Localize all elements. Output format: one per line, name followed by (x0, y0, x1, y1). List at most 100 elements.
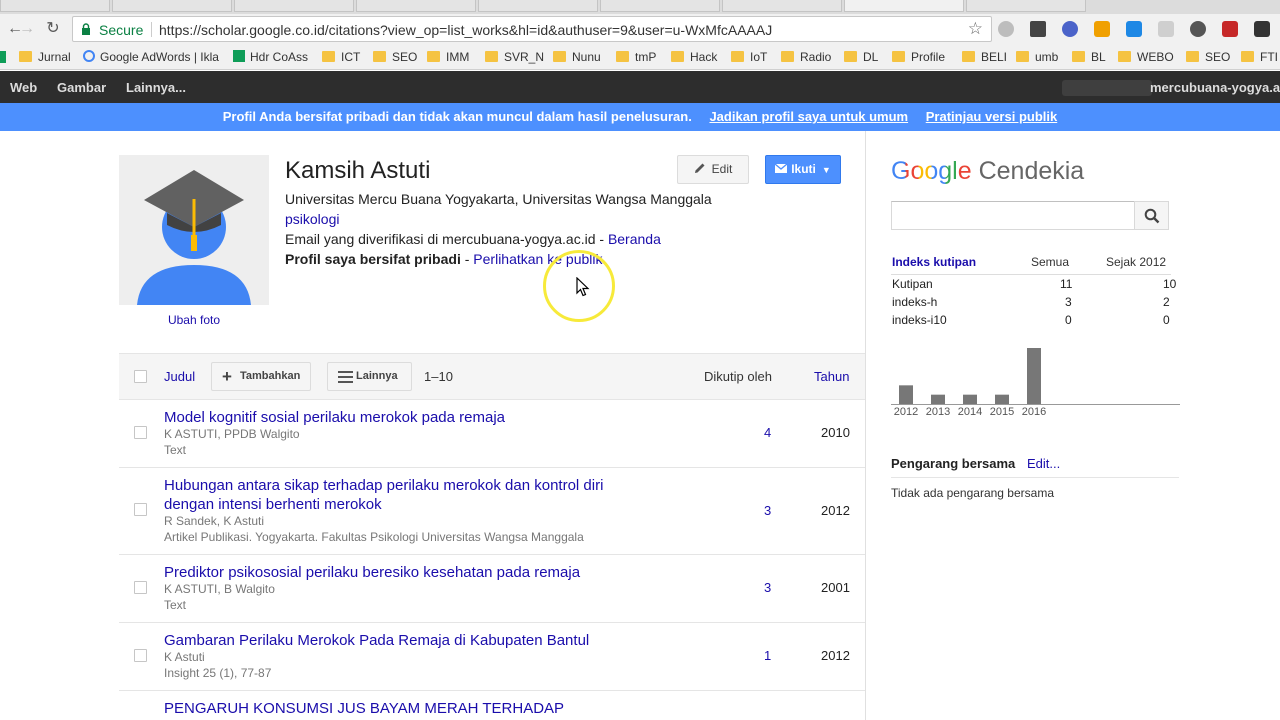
bookmark-label: Nunu (572, 50, 601, 64)
bookmark-label: IoT (750, 50, 768, 64)
sort-year-link[interactable]: Tahun (814, 369, 849, 384)
nav-web-link[interactable]: Web (10, 80, 37, 95)
bookmark-item[interactable]: WEBO (1118, 50, 1174, 64)
chart-bar-2014[interactable] (963, 394, 977, 404)
bookmark-item[interactable]: Hdr CoAss (233, 50, 308, 64)
article-title-link[interactable]: PENGARUH KONSUMSI JUS BAYAM MERAH TERHAD… (164, 699, 764, 718)
sort-title-link[interactable]: Judul (164, 369, 195, 384)
follow-button[interactable]: Ikuti ▼ (765, 155, 841, 184)
article-title-link[interactable]: Gambaran Perilaku Merokok Pada Remaja di… (164, 631, 644, 650)
cited-by-count-link[interactable]: 4 (764, 425, 771, 440)
extension-star-icon[interactable] (1094, 21, 1110, 37)
article-year: 2012 (821, 503, 850, 518)
folder-icon (485, 51, 498, 62)
browser-tab[interactable] (0, 0, 110, 12)
row-checkbox[interactable] (134, 426, 147, 439)
article-title-link[interactable]: Prediktor psikososial perilaku beresiko … (164, 563, 644, 582)
cited-by-count-link[interactable]: 3 (764, 580, 771, 595)
folder-icon (427, 51, 440, 62)
change-photo-link[interactable]: Ubah foto (119, 313, 269, 327)
scholar-search-input[interactable] (891, 201, 1135, 230)
extension-gauge-icon[interactable] (1190, 21, 1206, 37)
bookmark-star-icon[interactable]: ☆ (968, 19, 983, 39)
bookmark-item[interactable]: Jurnal (19, 50, 71, 64)
chart-bar-2016[interactable] (1027, 348, 1041, 404)
bookmark-item[interactable]: BELI (962, 50, 1007, 64)
homepage-link[interactable]: Beranda (608, 231, 661, 247)
metric-label: indeks-i10 (892, 313, 947, 327)
select-all-checkbox[interactable] (134, 370, 147, 383)
row-checkbox[interactable] (134, 649, 147, 662)
more-actions-button[interactable]: Lainnya (327, 362, 412, 391)
omnibox-separator (151, 22, 152, 37)
bookmark-item[interactable]: SEO (1186, 50, 1230, 64)
bookmark-item[interactable]: FTI (1241, 50, 1278, 64)
extension-mail-icon[interactable] (1222, 21, 1238, 37)
bookmark-item[interactable]: Google AdWords | Ikla (83, 50, 221, 64)
bookmark-item[interactable]: Hack (671, 50, 717, 64)
browser-tab[interactable] (478, 0, 598, 12)
url-text[interactable]: https://scholar.google.co.id/citations?v… (159, 22, 772, 38)
browser-tab[interactable] (234, 0, 354, 12)
article-title-link[interactable]: Model kognitif sosial perilaku merokok p… (164, 408, 644, 427)
make-public-link[interactable]: Jadikan profil saya untuk umum (709, 109, 908, 124)
google-scholar-logo[interactable]: Google Cendekia (891, 157, 1084, 186)
chart-tick-label: 2016 (1022, 406, 1046, 418)
extension-home-icon[interactable] (1030, 21, 1046, 37)
row-checkbox[interactable] (134, 581, 147, 594)
preview-public-link[interactable]: Pratinjau versi publik (926, 109, 1058, 124)
chart-bar-2013[interactable] (931, 394, 945, 404)
add-article-button[interactable]: + Tambahkan (211, 362, 311, 391)
coauthors-edit-link[interactable]: Edit... (1027, 456, 1060, 471)
extension-camera-icon[interactable] (1254, 21, 1270, 37)
bookmark-item[interactable]: BL (1072, 50, 1106, 64)
forward-arrow-icon[interactable]: → (16, 19, 38, 39)
bookmark-item[interactable]: Nunu (553, 50, 601, 64)
bookmark-item[interactable]: Profile (892, 50, 945, 64)
bookmark-item[interactable]: Radio (781, 50, 831, 64)
reload-icon[interactable]: ↻ (42, 19, 64, 39)
browser-tab[interactable] (112, 0, 232, 12)
article-source: Insight 25 (1), 77-87 (164, 666, 272, 680)
bookmark-item[interactable]: ICT (322, 50, 360, 64)
browser-tab[interactable] (722, 0, 842, 12)
chart-bar-2015[interactable] (995, 394, 1009, 404)
browser-tab[interactable] (356, 0, 476, 12)
bookmark-item[interactable]: SEO (373, 50, 417, 64)
extension-cloud-icon[interactable] (998, 21, 1014, 37)
article-source: Text (164, 598, 187, 612)
address-bar[interactable]: Secure https://scholar.google.co.id/cita… (72, 16, 992, 42)
extension-compass-icon[interactable] (1062, 21, 1078, 37)
browser-tab-active[interactable] (844, 0, 964, 12)
nav-more-link[interactable]: Lainnya... (126, 80, 186, 95)
bookmark-item[interactable]: umb (1016, 50, 1058, 64)
browser-tab[interactable] (600, 0, 720, 12)
browser-tab[interactable] (966, 0, 1086, 12)
bookmark-label: BL (1091, 50, 1106, 64)
cited-by-count-link[interactable]: 3 (764, 503, 771, 518)
bookmark-item[interactable]: IoT (731, 50, 767, 64)
chart-bar-2012[interactable] (899, 385, 913, 404)
extension-doc-icon[interactable] (1158, 21, 1174, 37)
citation-index-heading[interactable]: Indeks kutipan (892, 255, 976, 269)
extension-chart-icon[interactable] (1126, 21, 1142, 37)
row-checkbox[interactable] (134, 503, 147, 516)
bookmark-item[interactable]: IMM (427, 50, 469, 64)
profile-interest-link[interactable]: psikologi (285, 211, 339, 227)
bookmark-edge-icon[interactable] (0, 51, 6, 63)
folder-icon (781, 51, 794, 62)
bookmark-item[interactable]: tmP (616, 50, 656, 64)
scholar-search-button[interactable] (1134, 201, 1169, 230)
cited-by-count-link[interactable]: 1 (764, 648, 771, 663)
profile-photo[interactable] (119, 155, 269, 305)
bookmark-item[interactable]: DL (844, 50, 878, 64)
folder-icon (1072, 51, 1085, 62)
edit-profile-button[interactable]: Edit (677, 155, 749, 184)
folder-icon (731, 51, 744, 62)
article-year: 2001 (821, 580, 850, 595)
account-domain[interactable]: mercubuana-yogya.ac (1150, 80, 1280, 95)
bookmark-item[interactable]: SVR_N (485, 50, 544, 64)
citations-per-year-chart: 2012 2013 2014 2015 2016 (891, 348, 1180, 418)
article-title-link[interactable]: Hubungan antara sikap terhadap perilaku … (164, 476, 644, 514)
nav-images-link[interactable]: Gambar (57, 80, 106, 95)
